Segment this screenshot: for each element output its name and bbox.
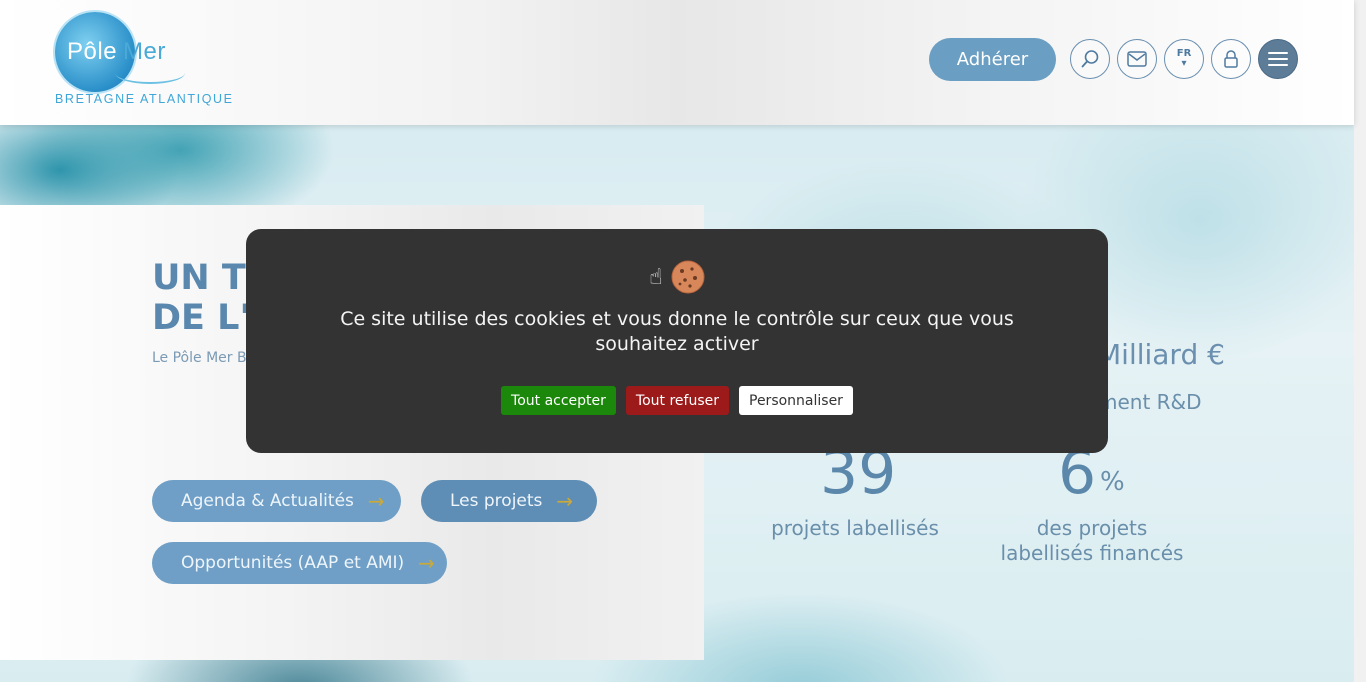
- logo-subtitle: BRETAGNE ATLANTIQUE: [55, 92, 234, 106]
- opportunites-button[interactable]: Opportunités (AAP et AMI) →: [152, 542, 447, 584]
- menu-button[interactable]: [1258, 39, 1298, 79]
- accept-all-button[interactable]: Tout accepter: [501, 386, 616, 415]
- header-nav: Adhérer FR ▾: [929, 37, 1298, 81]
- projets-button-label: Les projets: [450, 491, 543, 511]
- deny-all-button[interactable]: Tout refuser: [625, 386, 729, 415]
- stat-rd-label: ment R&D: [1098, 390, 1202, 414]
- chevron-down-icon: ▾: [1181, 58, 1187, 69]
- stat-milliard: Milliard €: [1097, 338, 1225, 371]
- arrow-right-icon: →: [418, 551, 435, 575]
- lock-icon: [1224, 50, 1238, 68]
- logo-pole: Pôle: [67, 38, 118, 65]
- adherer-button[interactable]: Adhérer: [929, 37, 1056, 81]
- language-icon: FR ▾: [1177, 49, 1192, 69]
- stat-projets-label: projets labellisés: [771, 516, 939, 540]
- cookie-banner-icons: ☝: [246, 259, 1108, 295]
- scrollbar[interactable]: [1354, 0, 1366, 682]
- cookie-buttons: Tout accepter Tout refuser Personnaliser: [246, 386, 1108, 415]
- site-logo[interactable]: Pôle Mer BRETAGNE ATLANTIQUE: [55, 12, 255, 107]
- projets-button[interactable]: Les projets →: [421, 480, 597, 522]
- arrow-right-icon: →: [556, 489, 574, 513]
- cookie-icon: [671, 260, 705, 294]
- stat-finances-label: des projets labellisés financés: [1000, 516, 1184, 565]
- logo-wordmark: Pôle Mer: [67, 38, 166, 66]
- arrow-right-icon: →: [367, 489, 385, 513]
- logo-mer: Mer: [123, 38, 166, 65]
- search-button[interactable]: [1070, 39, 1110, 79]
- customize-button[interactable]: Personnaliser: [739, 386, 853, 415]
- mail-icon: [1127, 51, 1147, 67]
- agenda-button[interactable]: Agenda & Actualités →: [152, 480, 401, 522]
- cookie-banner: ☝ Ce site utilise des cookies et vous do…: [246, 229, 1108, 453]
- contact-button[interactable]: [1117, 39, 1157, 79]
- menu-icon: [1268, 52, 1288, 66]
- hand-pointing-icon: ☝: [649, 264, 663, 290]
- cookie-message: Ce site utilise des cookies et vous donn…: [340, 308, 1014, 355]
- site-header: Pôle Mer BRETAGNE ATLANTIQUE Adhérer FR ▾: [0, 0, 1354, 125]
- agenda-button-label: Agenda & Actualités: [181, 491, 354, 511]
- language-selector[interactable]: FR ▾: [1164, 39, 1204, 79]
- login-button[interactable]: [1211, 39, 1251, 79]
- opportunites-button-label: Opportunités (AAP et AMI): [181, 553, 405, 573]
- stat-finances-unit: %: [1100, 467, 1125, 497]
- search-icon: [1081, 50, 1099, 68]
